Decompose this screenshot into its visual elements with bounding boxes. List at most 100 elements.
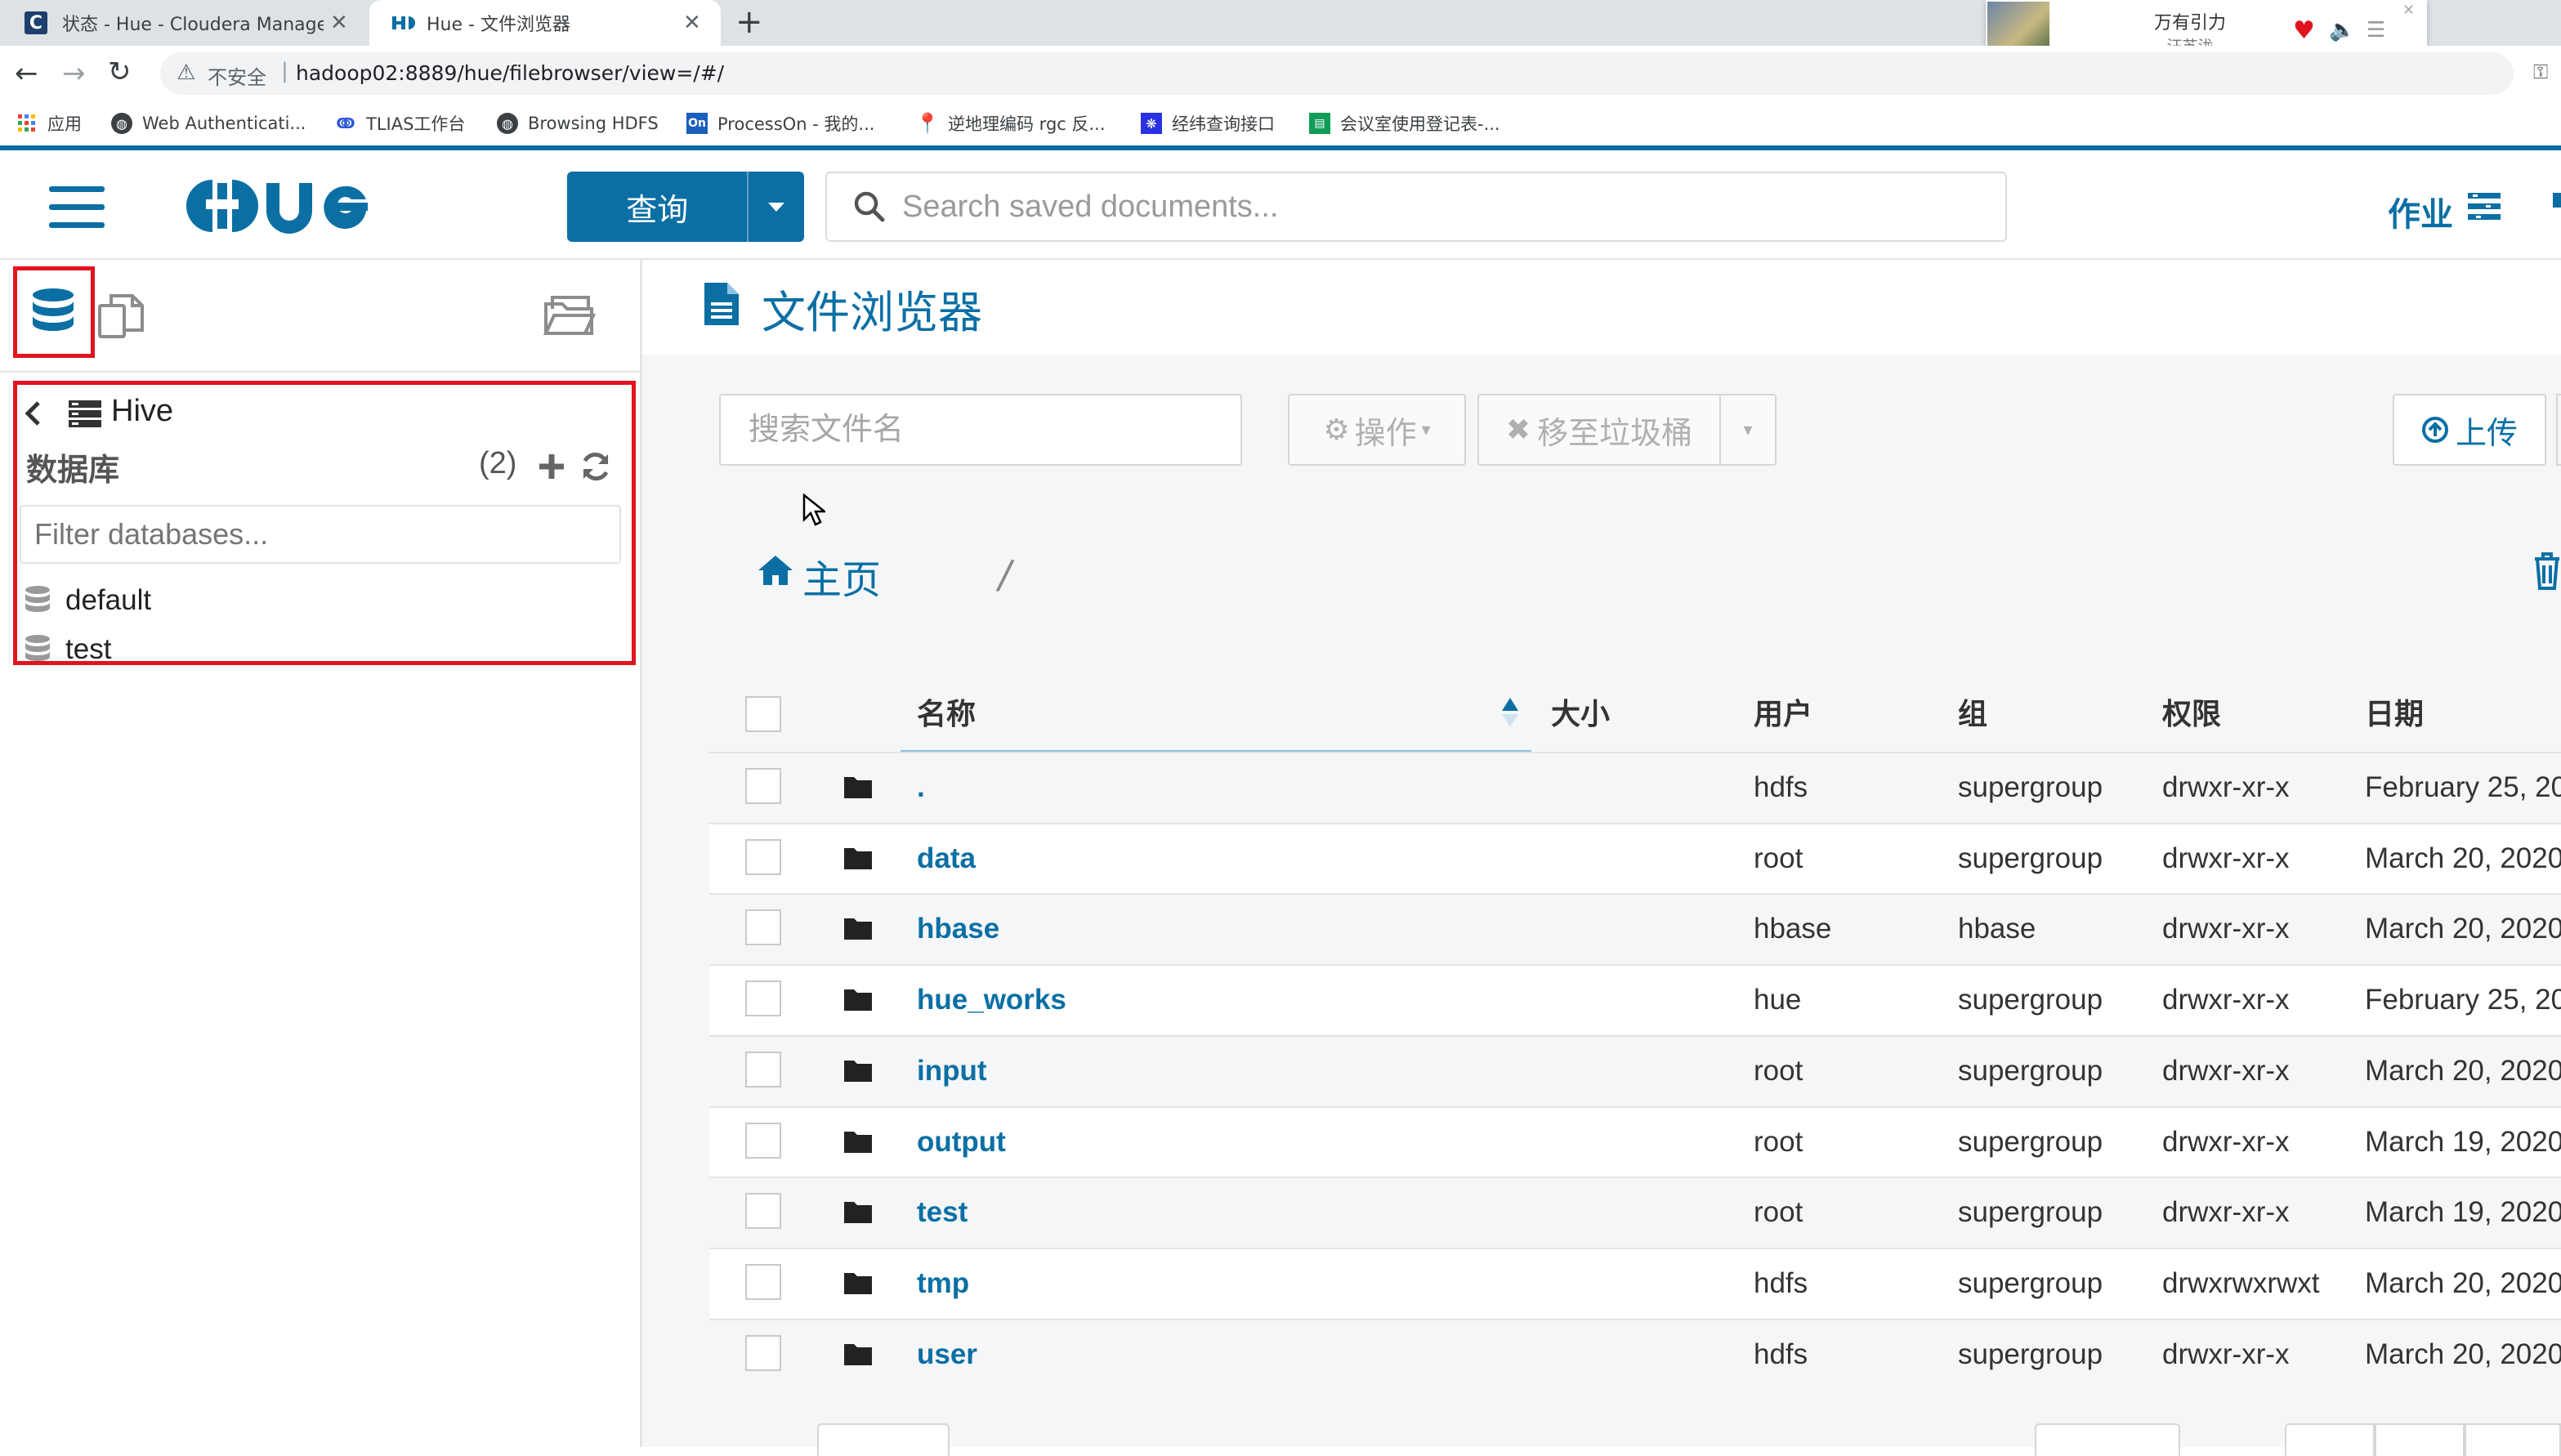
first-page-button[interactable] — [2285, 1423, 2375, 1456]
row-checkbox[interactable] — [745, 1334, 781, 1371]
file-search-box[interactable] — [719, 394, 1242, 466]
file-search-input[interactable] — [747, 412, 1232, 449]
tab-cloudera-manager[interactable]: C 状态 - Hue - Cloudera Manage ✕ — [0, 0, 368, 46]
table-row[interactable]: test root supergroup drwxr-xr-x March 19, 20… — [709, 1177, 2561, 1248]
reload-icon[interactable]: ↻ — [108, 56, 132, 88]
file-name-link[interactable]: hue_works — [917, 966, 1066, 1034]
bookmark-processon[interactable]: On ProcessOn - 我的... — [686, 101, 874, 145]
search-documents-box[interactable] — [825, 172, 2007, 242]
column-header-name[interactable]: 名称 — [917, 672, 976, 752]
home-icon[interactable] — [757, 554, 794, 587]
bookmark-apps[interactable]: 应用 — [16, 101, 82, 145]
row-checkbox[interactable] — [745, 768, 781, 804]
back-arrow-icon[interactable]: ← — [15, 57, 38, 90]
source-label[interactable]: Hive — [111, 394, 173, 429]
hue-logo[interactable] — [181, 175, 397, 237]
select-all-checkbox[interactable] — [745, 696, 781, 732]
table-row[interactable]: data root supergroup drwxr-xr-x March 20, 20… — [709, 822, 2561, 893]
page-number-input[interactable] — [2035, 1423, 2180, 1456]
bookmark-web-authentication[interactable]: ◍ Web Authenticati... — [111, 101, 306, 145]
trash-options-dropdown[interactable]: ▾ — [1719, 394, 1777, 466]
close-media-icon[interactable]: ✕ — [2402, 2, 2415, 19]
toolbar-edge-button[interactable] — [2556, 394, 2561, 466]
file-name-link[interactable]: data — [917, 824, 976, 893]
database-item[interactable]: default — [25, 580, 151, 621]
new-tab-button[interactable]: + — [735, 3, 763, 41]
actions-dropdown-button[interactable]: ⚙ 操作 ▾ — [1288, 394, 1466, 466]
cell-date: February 25, 20 — [2365, 984, 2561, 1016]
upload-button[interactable]: 上传 — [2393, 394, 2546, 466]
bookmark-reverse-geocode[interactable]: 📍 逆地理编码 rgc 反... — [915, 101, 1105, 145]
jobs-label[interactable]: 作业 — [2388, 188, 2453, 235]
database-stack-icon[interactable] — [31, 288, 75, 338]
column-header-group[interactable]: 组 — [1958, 672, 1987, 752]
jobs-list-icon[interactable] — [2468, 193, 2501, 221]
caret-down-icon[interactable] — [747, 172, 804, 242]
bookmarks-bar: 应用 ◍ Web Authenticati... ↂ TLIAS工作台 ◍ Br… — [0, 101, 2561, 150]
refresh-icon[interactable] — [580, 451, 611, 482]
cell-date: March 20, 2020 — [2365, 1338, 2561, 1370]
back-chevron-icon[interactable] — [25, 400, 41, 427]
file-name-link[interactable]: input — [917, 1037, 987, 1105]
column-header-user[interactable]: 用户 — [1754, 672, 1812, 752]
file-name-link[interactable]: . — [917, 753, 925, 822]
database-heading: 数据库 — [26, 452, 120, 488]
cell-user: hdfs — [1754, 771, 1808, 803]
column-header-permissions[interactable]: 权限 — [2162, 672, 2221, 752]
forward-arrow-icon[interactable]: → — [62, 57, 86, 90]
address-bar[interactable]: ⚠ 不安全 | hadoop02:8889/hue/filebrowser/vi… — [160, 52, 2514, 95]
bookmark-meeting-room[interactable]: ▤ 会议室使用登记表-... — [1309, 101, 1500, 145]
row-checkbox[interactable] — [745, 1193, 781, 1230]
page-size-select[interactable] — [817, 1423, 950, 1456]
hamburger-menu-icon[interactable] — [49, 185, 105, 230]
row-checkbox[interactable] — [745, 838, 781, 875]
file-name-link[interactable]: hbase — [917, 895, 999, 963]
table-row[interactable]: input root supergroup drwxr-xr-x March 20, 2… — [709, 1034, 2561, 1105]
breadcrumb-home-link[interactable]: 主页 — [802, 547, 881, 605]
table-row[interactable]: hbase hbase hbase drwxr-xr-x March 20, 2020 — [709, 893, 2561, 964]
key-icon[interactable]: ⚿ — [2533, 60, 2548, 83]
bookmark-tlias[interactable]: ↂ TLIAS工作台 — [335, 101, 465, 145]
file-name-link[interactable]: test — [917, 1178, 968, 1247]
file-name-link[interactable]: user — [917, 1320, 977, 1389]
trash-can-icon[interactable] — [2533, 552, 2561, 590]
like-heart-icon[interactable]: ♥ — [2293, 16, 2315, 45]
table-row[interactable]: user hdfs supergroup drwxr-xr-x March 20, 20… — [709, 1318, 2561, 1389]
table-row[interactable]: output root supergroup drwxr-xr-x March 19, … — [709, 1105, 2561, 1177]
column-header-size[interactable]: 大小 — [1551, 672, 1610, 752]
playlist-icon[interactable]: ☰ — [2367, 18, 2385, 42]
search-documents-input[interactable] — [901, 188, 1966, 226]
filter-databases-input[interactable] — [33, 516, 608, 552]
row-checkbox[interactable] — [745, 909, 781, 946]
documents-copy-icon[interactable] — [96, 293, 147, 340]
tab-hue-filebrowser[interactable]: Hue - 文件浏览器 ✕ — [369, 0, 721, 46]
volume-icon[interactable]: 🔈 — [2329, 18, 2355, 42]
close-tab-icon[interactable]: ✕ — [330, 11, 348, 35]
close-tab-icon[interactable]: ✕ — [683, 11, 701, 35]
add-plus-icon[interactable] — [538, 453, 565, 480]
next-page-button[interactable] — [2465, 1423, 2561, 1456]
table-row[interactable]: hue_works hue supergroup drwxr-xr-x February… — [709, 964, 2561, 1035]
move-to-trash-button[interactable]: ✖ 移至垃圾桶 — [1477, 394, 1721, 466]
folder-icon — [843, 987, 873, 1012]
bookmark-latlng-api[interactable]: ❋ 经纬查询接口 — [1141, 101, 1275, 145]
sort-ascending-icon[interactable] — [1500, 696, 1520, 729]
query-button[interactable]: 查询 — [567, 172, 804, 242]
row-checkbox[interactable] — [745, 980, 781, 1017]
cell-user: root — [1754, 842, 1803, 874]
row-checkbox[interactable] — [745, 1122, 781, 1159]
folder-icon — [843, 1342, 873, 1366]
cell-user: hbase — [1754, 913, 1832, 945]
file-name-link[interactable]: output — [917, 1108, 1006, 1177]
bookmark-browsing-hdfs[interactable]: ◍ Browsing HDFS — [497, 101, 659, 145]
row-checkbox[interactable] — [745, 1263, 781, 1300]
database-item[interactable]: test — [25, 629, 111, 670]
table-row[interactable]: tmp hdfs supergroup drwxrwxrwxt March 20, 20… — [709, 1247, 2561, 1318]
prev-page-button[interactable] — [2375, 1423, 2465, 1456]
folder-open-icon[interactable] — [543, 293, 597, 338]
row-checkbox[interactable] — [745, 1051, 781, 1088]
file-name-link[interactable]: tmp — [917, 1249, 969, 1318]
filter-databases-box[interactable] — [20, 505, 621, 564]
column-header-date[interactable]: 日期 — [2365, 672, 2424, 752]
table-row[interactable]: . hdfs supergroup drwxr-xr-x February 25, 20 — [709, 752, 2561, 822]
